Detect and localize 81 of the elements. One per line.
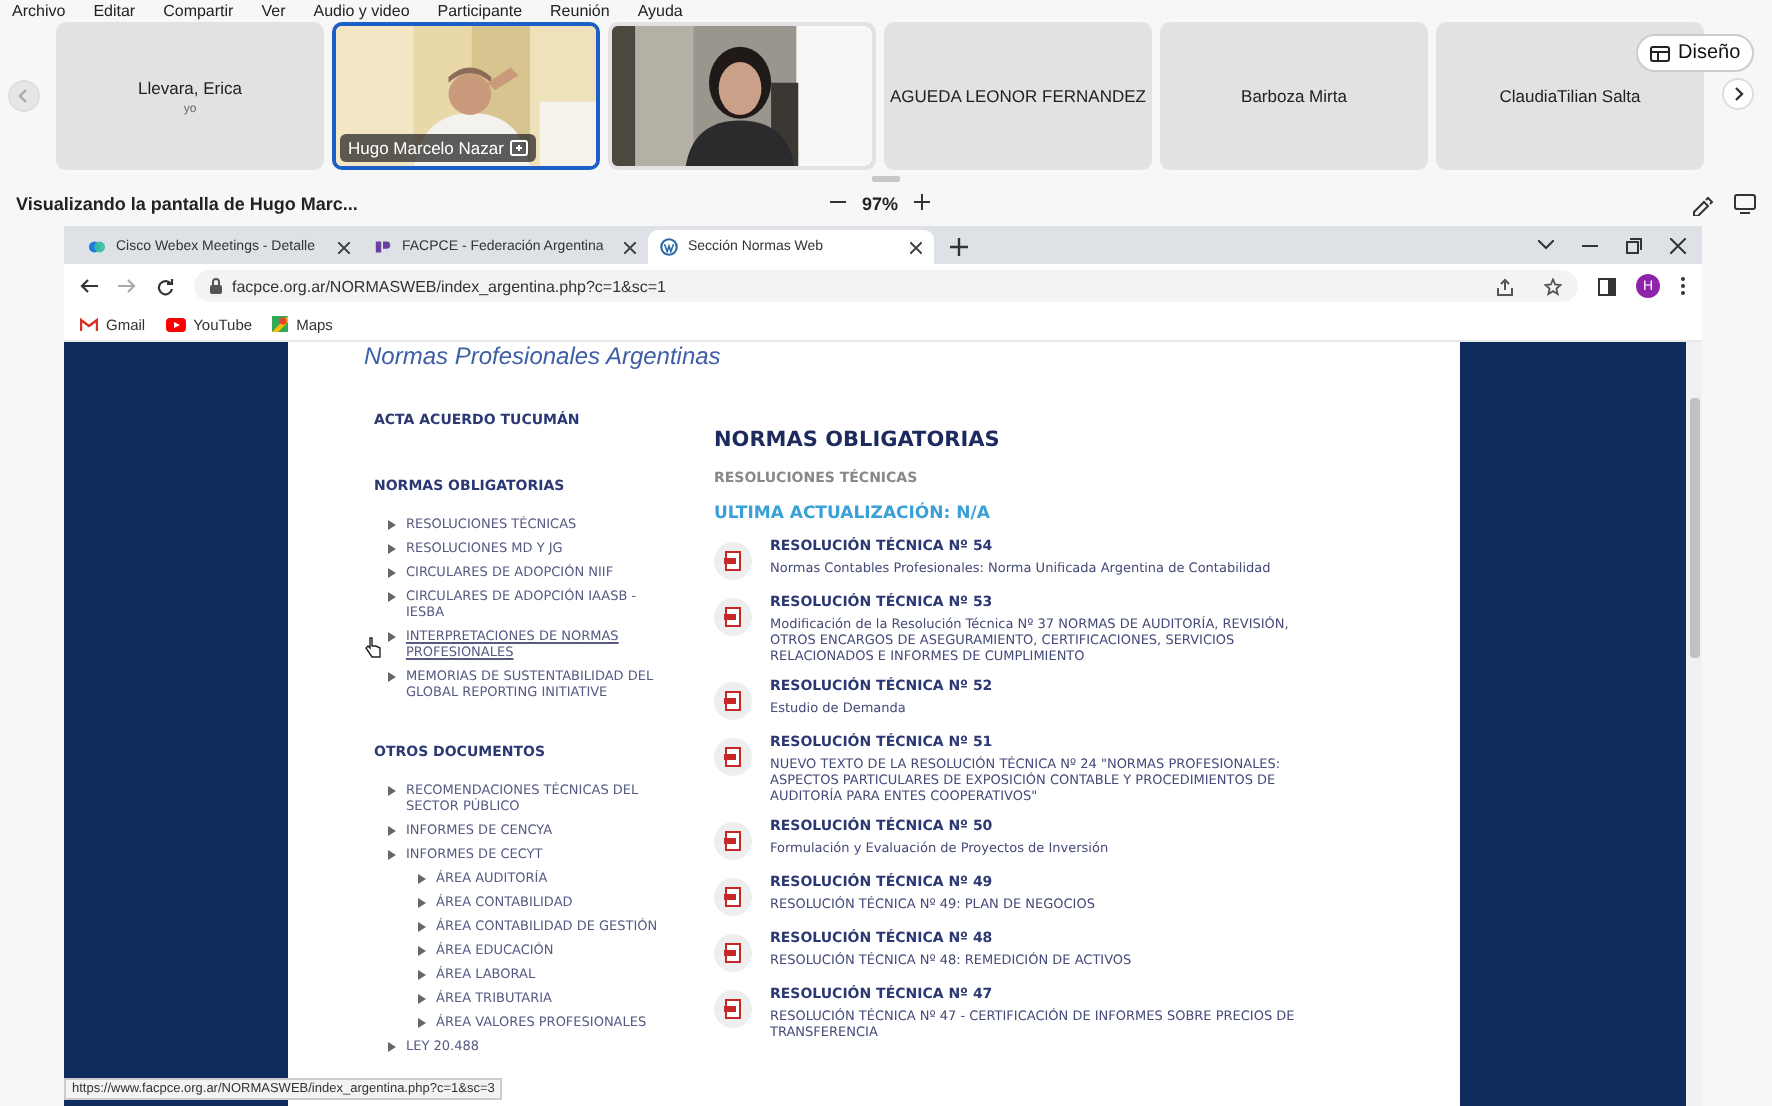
lock-icon <box>210 278 222 294</box>
pdf-icon[interactable] <box>714 598 752 636</box>
caret-icon <box>388 850 396 860</box>
caret-icon <box>418 874 426 884</box>
screen-icon[interactable] <box>1734 193 1756 213</box>
close-icon[interactable] <box>338 241 350 253</box>
pdf-icon[interactable] <box>714 934 752 972</box>
menu-item[interactable]: Ver <box>261 1 286 19</box>
pdf-icon[interactable] <box>714 542 752 580</box>
maps-logo-icon <box>272 316 289 332</box>
new-tab-icon[interactable] <box>950 238 968 256</box>
back-icon[interactable] <box>80 278 98 294</box>
caret-icon <box>388 632 396 642</box>
caret-icon <box>418 994 426 1004</box>
close-icon[interactable] <box>624 241 636 253</box>
close-icon[interactable] <box>1670 237 1686 253</box>
minimize-icon[interactable] <box>1582 243 1598 247</box>
caret-icon <box>418 898 426 908</box>
participant-name: AGUEDA LEONOR FERNANDEZ <box>890 86 1146 106</box>
youtube-logo-icon <box>165 317 186 331</box>
caret-icon <box>388 520 396 530</box>
caret-icon <box>388 826 396 836</box>
menu-item[interactable]: Compartir <box>163 1 234 19</box>
caret-icon <box>418 922 426 932</box>
menu-item[interactable]: Ayuda <box>637 1 683 19</box>
layout-button[interactable]: Diseño <box>1636 34 1755 72</box>
webex-logo-icon <box>88 238 106 256</box>
menu-item[interactable]: Editar <box>93 1 136 19</box>
more-icon[interactable] <box>1680 276 1686 296</box>
caret-icon <box>388 1042 396 1052</box>
caret-icon <box>418 946 426 956</box>
address-bar[interactable]: facpce.org.ar/NORMASWEB/index_argentina.php?c=1&sc=1 <box>194 270 1578 302</box>
pdf-icon[interactable] <box>714 822 752 860</box>
resize-handle[interactable] <box>872 176 900 182</box>
caret-icon <box>388 786 396 796</box>
section-title: NORMAS OBLIGATORIAS <box>714 428 1002 452</box>
annotate-icon[interactable] <box>1692 193 1714 215</box>
menu-item[interactable]: Audio y video <box>313 1 410 19</box>
caret-icon <box>388 544 396 554</box>
participant-tile[interactable]: AGUEDA LEONOR FERNANDEZ <box>884 22 1152 170</box>
caret-icon <box>388 672 396 682</box>
participant-name: ClaudiaTilian Salta <box>1499 86 1641 106</box>
gmail-logo-icon <box>80 317 98 331</box>
participant-tile[interactable]: Hugo Marcelo Nazar <box>332 22 600 170</box>
pdf-icon[interactable] <box>714 682 752 720</box>
pdf-icon[interactable] <box>714 738 752 776</box>
share-title: Visualizando la pantalla de Hugo Marc... <box>16 194 358 214</box>
facpce-logo-icon <box>374 238 392 256</box>
star-icon[interactable] <box>1544 277 1562 295</box>
caret-icon <box>418 1018 426 1028</box>
wordpress-logo-icon <box>660 238 678 256</box>
menu-item[interactable]: Archivo <box>12 1 66 19</box>
next-button[interactable] <box>1722 78 1754 110</box>
zoom-level: 97% <box>862 194 899 214</box>
scrollbar[interactable] <box>1686 342 1702 1106</box>
participant-name-tag: Hugo Marcelo Nazar <box>340 134 536 162</box>
pdf-icon[interactable] <box>714 878 752 916</box>
zoom-in-button[interactable] <box>914 192 931 216</box>
reload-icon[interactable] <box>156 277 174 295</box>
menu-item[interactable]: Reunión <box>550 1 610 19</box>
update-notice: ULTIMA ACTUALIZACIÓN: N/A <box>714 504 992 524</box>
chevron-right-icon <box>1730 86 1746 102</box>
participant-tile[interactable]: Barboza Mirta <box>1160 22 1428 170</box>
close-icon[interactable] <box>910 241 922 253</box>
share-icon[interactable] <box>1496 277 1514 295</box>
layout-icon <box>1650 45 1670 61</box>
screen-share-icon <box>509 140 528 156</box>
caret-icon <box>418 970 426 980</box>
chevron-down-icon[interactable] <box>1538 240 1554 250</box>
restore-icon[interactable] <box>1626 237 1642 253</box>
caret-icon <box>388 568 396 578</box>
hand-cursor-icon <box>364 636 382 658</box>
sidebar-icon[interactable] <box>1598 277 1616 295</box>
pdf-icon[interactable] <box>714 990 752 1028</box>
participant-name: Barboza Mirta <box>1241 86 1347 106</box>
chevron-left-icon <box>16 88 32 104</box>
caret-icon <box>388 592 396 602</box>
site-banner-title: Normas Profesionales Argentinas <box>364 342 721 370</box>
menu-item[interactable]: Participante <box>437 1 523 19</box>
participant-name: Llevara, Erica <box>138 77 242 97</box>
plus-icon <box>914 194 931 210</box>
